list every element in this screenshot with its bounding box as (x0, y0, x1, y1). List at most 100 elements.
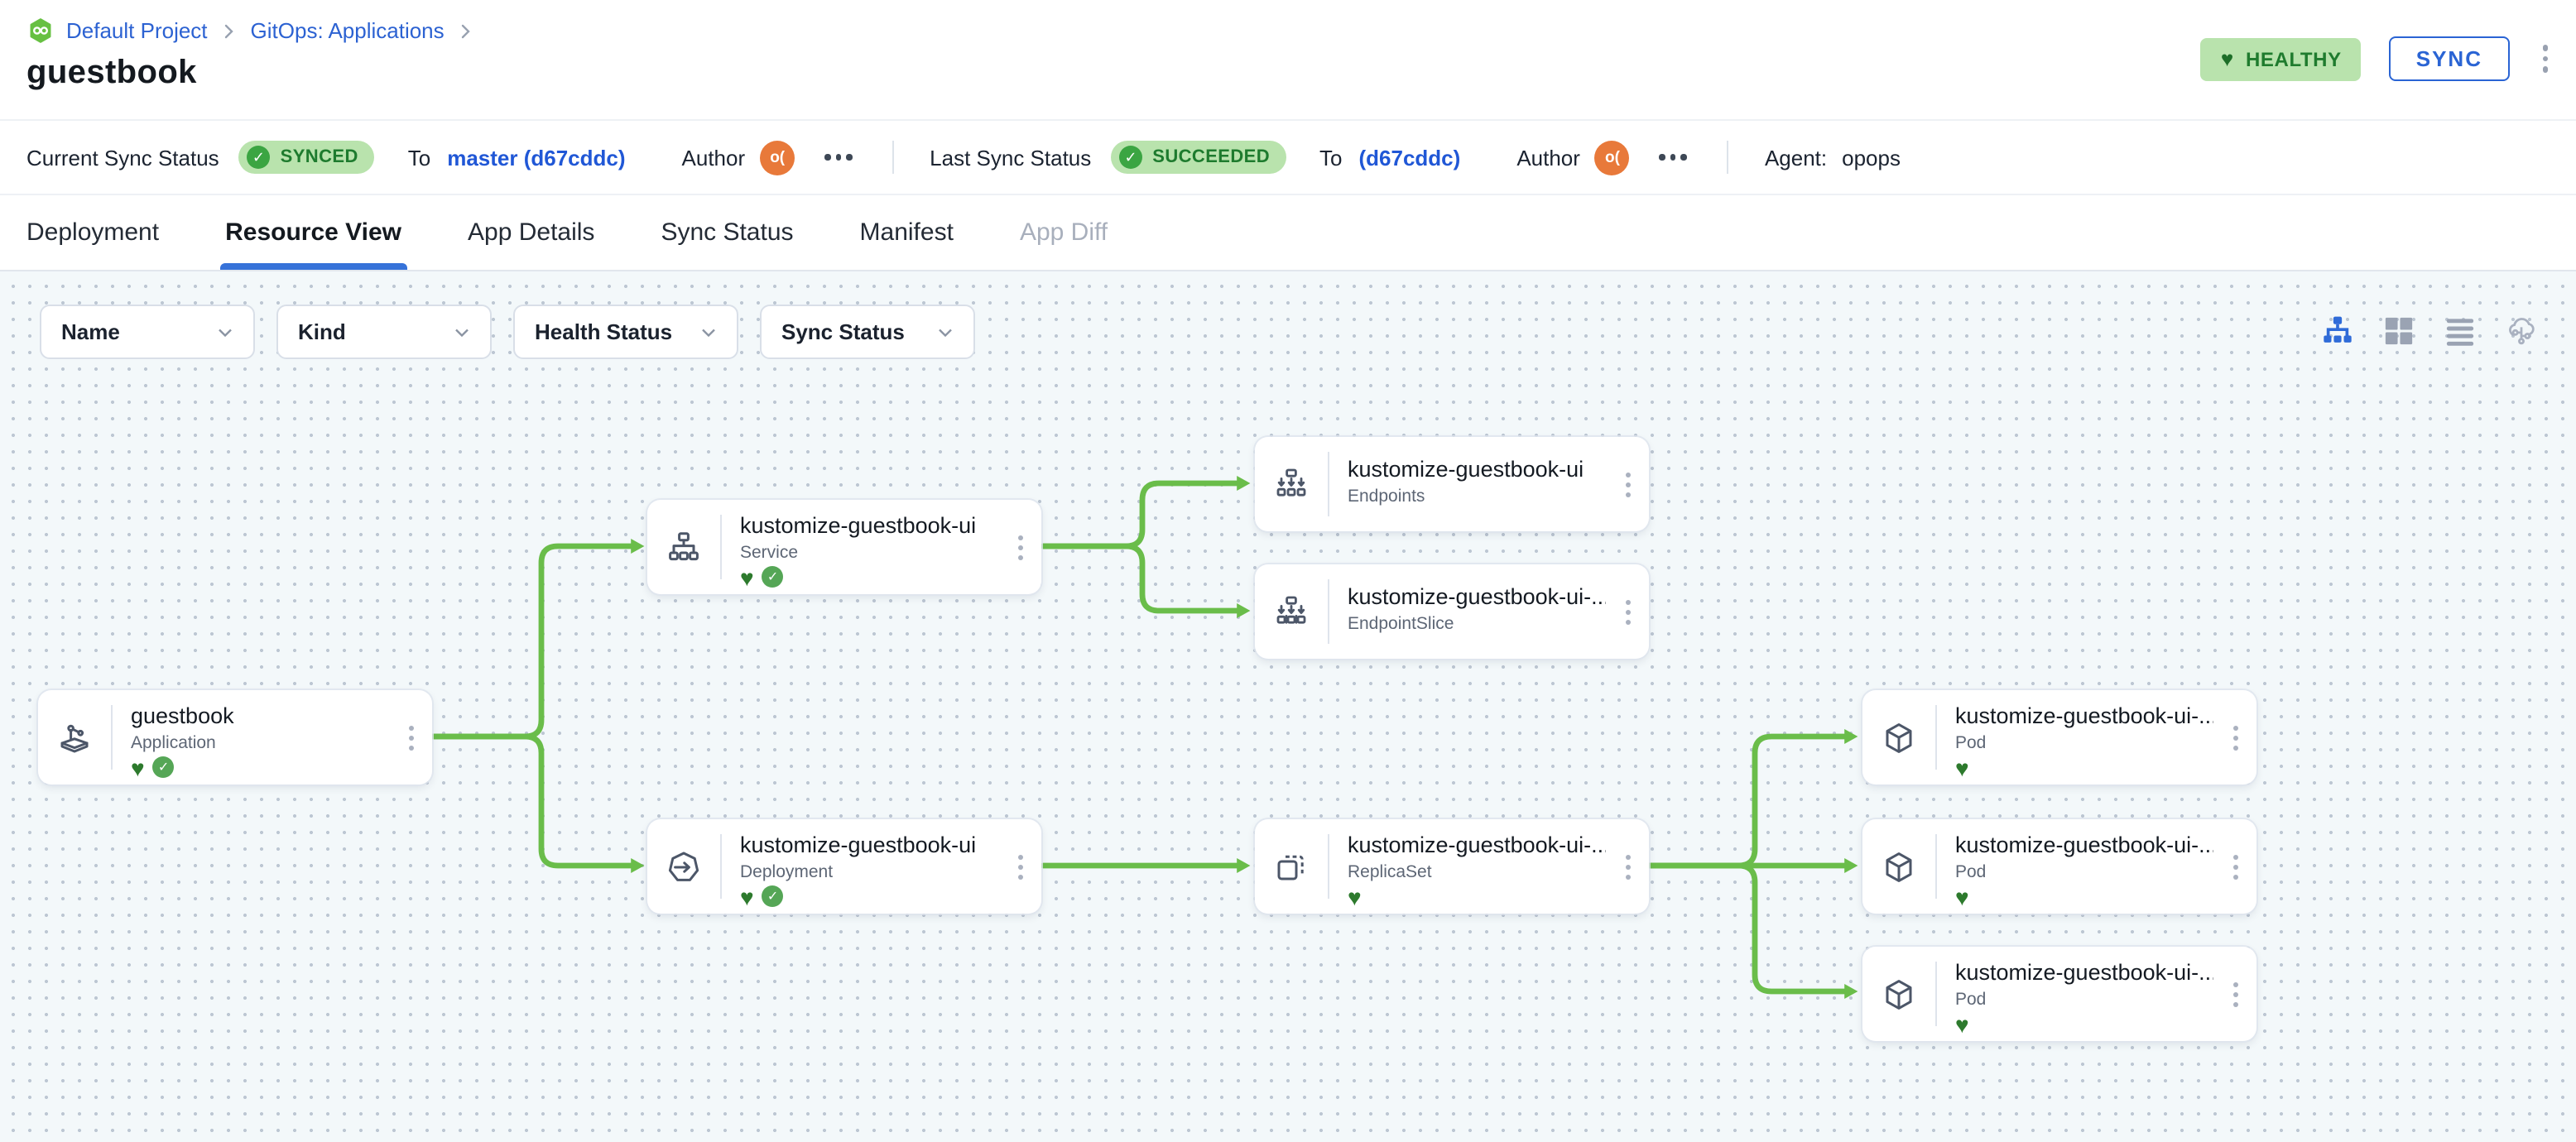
filter-sync-status-dropdown[interactable]: Sync Status (760, 305, 975, 359)
current-sync-status-label: Current Sync Status (26, 145, 219, 170)
node-kind: Deployment (740, 861, 834, 881)
chevron-down-icon (702, 328, 715, 337)
resource-tree-canvas: Name Kind Health Status Sync Status gues… (0, 271, 2576, 1142)
divider (1726, 141, 1728, 174)
service-icon (647, 500, 720, 594)
author-avatar: o( (1594, 140, 1630, 175)
node-title: kustomize-guestbook-ui-... (1955, 703, 2213, 728)
node-kebab-menu-icon[interactable] (406, 722, 417, 753)
tab-manifest[interactable]: Manifest (860, 195, 954, 270)
healthy-heart-icon: ♥ (1348, 883, 1362, 909)
chevron-down-icon (219, 328, 232, 337)
node-kebab-menu-icon[interactable] (1015, 851, 1026, 882)
breadcrumb-project-link[interactable]: Default Project (66, 18, 208, 43)
gitops-logo-icon (26, 17, 55, 45)
chevron-right-icon (219, 21, 239, 41)
filter-label: Sync Status (781, 319, 905, 344)
node-title: guestbook (131, 703, 234, 728)
node-kebab-menu-icon[interactable] (2230, 851, 2242, 882)
pod-icon (1862, 947, 1935, 1041)
pod-icon (1862, 690, 1935, 785)
filter-bar: Name Kind Health Status Sync Status (40, 305, 975, 359)
synced-check-icon: ✓ (762, 566, 784, 588)
breadcrumb: Default Project GitOps: Applications (26, 17, 476, 45)
check-circle-icon: ✓ (1119, 146, 1143, 169)
cloud-view-icon[interactable] (2503, 313, 2540, 349)
node-card-deployment[interactable]: kustomize-guestbook-ui Deployment ♥ ✓ (647, 819, 1041, 914)
node-card-pod-2[interactable]: kustomize-guestbook-ui-... Pod ♥ (1862, 819, 2256, 914)
filter-label: Health Status (535, 319, 673, 344)
node-card-service[interactable]: kustomize-guestbook-ui Service ♥ ✓ (647, 500, 1041, 594)
view-mode-toggles (2319, 313, 2540, 349)
endpoints-icon (1255, 437, 1328, 531)
page-title: guestbook (26, 55, 197, 91)
tab-deployment[interactable]: Deployment (26, 195, 159, 270)
app-viewport: Default Project GitOps: Applications gue… (0, 0, 2576, 1142)
node-kebab-menu-icon[interactable] (2230, 978, 2242, 1010)
sync-button[interactable]: SYNC (2389, 36, 2509, 81)
deployment-icon (647, 819, 720, 914)
kebab-menu-icon[interactable] (2537, 41, 2553, 78)
node-card-endpoints[interactable]: kustomize-guestbook-ui Endpoints (1255, 437, 1649, 531)
node-card-application-guestbook[interactable]: guestbook Application ♥ ✓ (38, 690, 432, 785)
tab-app-diff[interactable]: App Diff (1020, 195, 1108, 270)
node-title: kustomize-guestbook-ui (740, 513, 977, 538)
node-kebab-menu-icon[interactable] (1015, 531, 1026, 563)
node-title: kustomize-guestbook-ui (1348, 457, 1584, 482)
filter-health-status-dropdown[interactable]: Health Status (513, 305, 738, 359)
tree-view-icon[interactable] (2319, 313, 2356, 349)
replicaset-icon (1255, 819, 1328, 914)
chevron-down-icon (939, 328, 952, 337)
node-card-pod-1[interactable]: kustomize-guestbook-ui-... Pod ♥ (1862, 690, 2256, 785)
healthy-heart-icon: ♥ (740, 883, 754, 909)
chevron-right-icon (456, 21, 476, 41)
succeeded-badge-label: SUCCEEDED (1152, 147, 1271, 167)
tab-app-details[interactable]: App Details (468, 195, 594, 270)
node-title: kustomize-guestbook-ui-... (1348, 833, 1606, 857)
node-kebab-menu-icon[interactable] (1622, 851, 1634, 882)
node-card-replicaset[interactable]: kustomize-guestbook-ui-... ReplicaSet ♥ (1255, 819, 1649, 914)
author-label: Author (1516, 145, 1580, 170)
node-kind: Pod (1955, 989, 1987, 1009)
node-kind: EndpointSlice (1348, 613, 1454, 633)
author-label: Author (681, 145, 746, 170)
healthy-heart-icon: ♥ (131, 754, 145, 780)
node-kebab-menu-icon[interactable] (1622, 468, 1634, 500)
breadcrumb-section-link[interactable]: GitOps: Applications (251, 18, 445, 43)
node-kind: Service (740, 542, 799, 562)
node-card-endpointslice[interactable]: kustomize-guestbook-ui-... EndpointSlice (1255, 564, 1649, 659)
node-kebab-menu-icon[interactable] (1622, 596, 1634, 627)
sync-status-bar: Current Sync Status ✓ SYNCED To master (… (0, 119, 2576, 195)
node-card-pod-3[interactable]: kustomize-guestbook-ui-... Pod ♥ (1862, 947, 2256, 1041)
node-title: kustomize-guestbook-ui-... (1955, 833, 2213, 857)
node-kebab-menu-icon[interactable] (2230, 722, 2242, 753)
ellipsis-icon[interactable] (821, 148, 855, 167)
node-kind: Application (131, 732, 216, 752)
list-view-icon[interactable] (2442, 313, 2478, 349)
ellipsis-icon[interactable] (1656, 148, 1690, 167)
last-commit-link[interactable]: (d67cddc) (1359, 145, 1461, 170)
filter-name-dropdown[interactable]: Name (40, 305, 255, 359)
chevron-down-icon (455, 328, 469, 337)
node-kind: Pod (1955, 732, 1987, 752)
grid-view-icon[interactable] (2381, 313, 2417, 349)
last-sync-status-label: Last Sync Status (930, 145, 1092, 170)
node-title: kustomize-guestbook-ui-... (1348, 584, 1606, 609)
tab-resource-view[interactable]: Resource View (220, 195, 407, 270)
tab-sync-status[interactable]: Sync Status (661, 195, 793, 270)
synced-check-icon: ✓ (762, 885, 784, 907)
synced-check-icon: ✓ (152, 756, 175, 778)
to-label: To (1319, 145, 1343, 170)
healthy-heart-icon: ♥ (1955, 1010, 1969, 1037)
endpointslice-icon (1255, 564, 1328, 659)
synced-badge-label: SYNCED (280, 147, 358, 167)
node-kind: Endpoints (1348, 486, 1425, 506)
node-kind: ReplicaSet (1348, 861, 1432, 881)
healthy-heart-icon: ♥ (1955, 883, 1969, 909)
health-badge-label: HEALTHY (2245, 47, 2342, 70)
pod-icon (1862, 819, 1935, 914)
current-commit-link[interactable]: master (d67cddc) (447, 145, 625, 170)
health-status-badge: ♥ HEALTHY (2200, 37, 2362, 80)
agent-value: opops (1842, 145, 1901, 170)
filter-kind-dropdown[interactable]: Kind (276, 305, 492, 359)
